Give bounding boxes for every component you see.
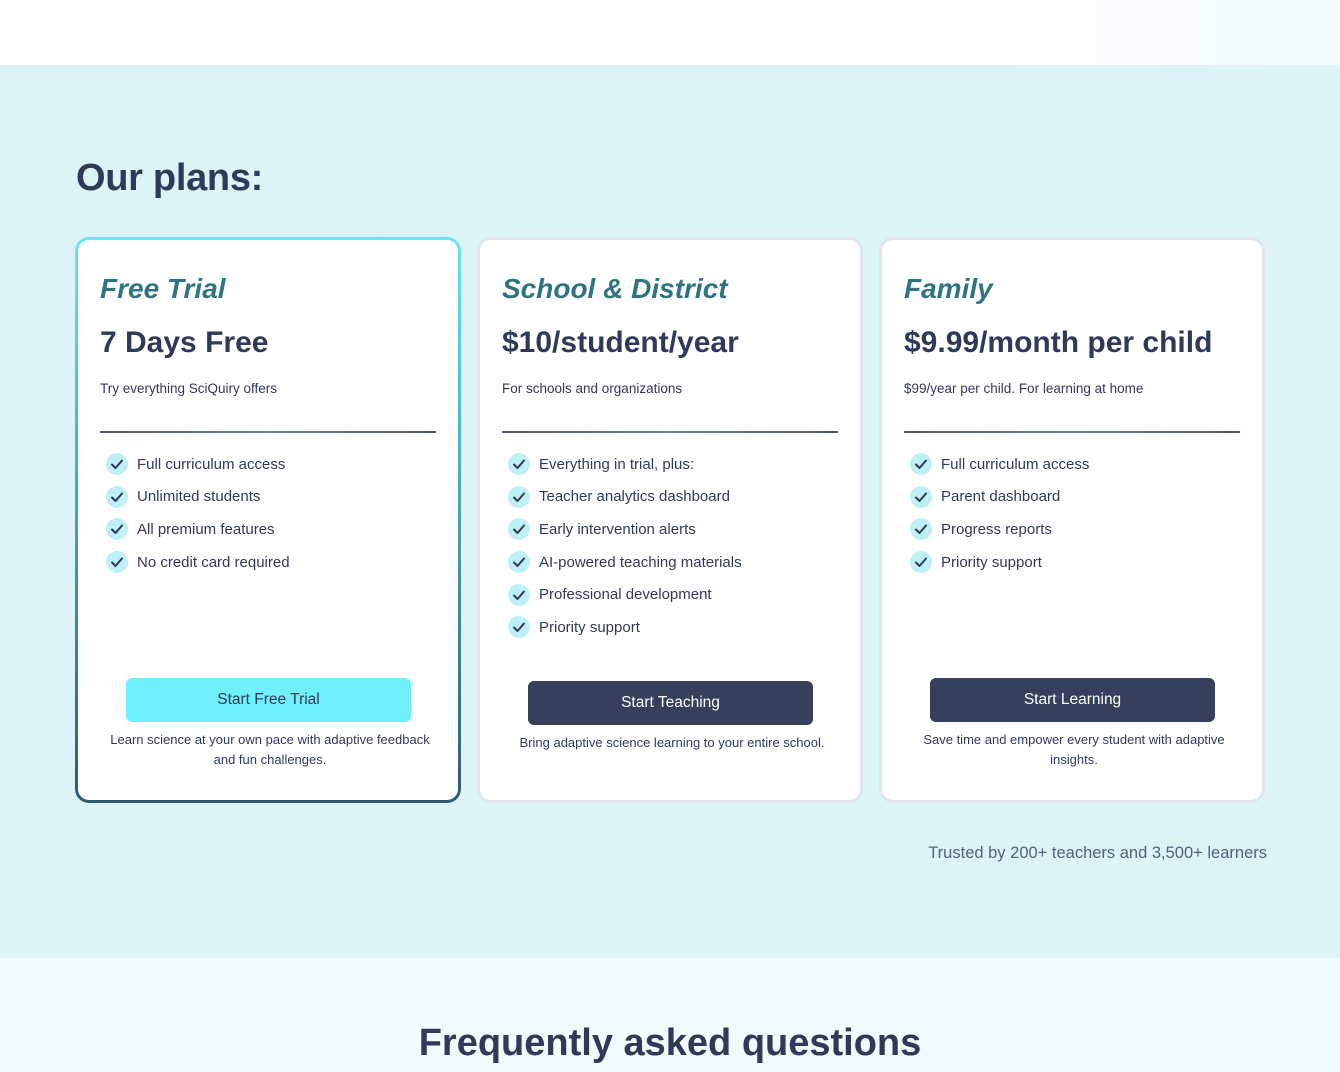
feature-list: Full curriculum access Parent dashboard … (910, 448, 1089, 578)
check-icon (508, 518, 530, 541)
feature-label: Priority support (539, 618, 640, 636)
feature-item: Teacher analytics dashboard (508, 481, 742, 514)
feature-label: Teacher analytics dashboard (539, 488, 730, 506)
plan-name: Free Trial (100, 273, 226, 304)
check-icon (508, 616, 530, 639)
plan-card-family: Family $9.99/month per child $99/year pe… (879, 237, 1265, 803)
check-icon (910, 485, 932, 508)
feature-label: No credit card required (137, 553, 290, 571)
plan-name: Family (904, 273, 993, 304)
check-icon (106, 518, 128, 541)
cta-note: Bring adaptive science learning to your … (519, 735, 825, 750)
plan-price: $9.99/month per child (904, 326, 1213, 359)
plan-price: $10/student/year (502, 326, 739, 359)
feature-item: Professional development (508, 578, 742, 611)
plans-section: Our plans: Free Trial 7 Days Free Try ev… (0, 65, 1340, 958)
plan-name: School & District (502, 273, 728, 304)
faq-section: Frequently asked questions (0, 958, 1340, 1072)
feature-label: Priority support (941, 553, 1042, 571)
divider (100, 431, 436, 433)
feature-label: Unlimited students (137, 488, 261, 506)
plan-description: For schools and organizations (502, 381, 683, 396)
feature-list: Full curriculum access Unlimited student… (106, 448, 290, 578)
check-icon (106, 551, 128, 574)
faq-title: Frequently asked questions (418, 1022, 922, 1064)
feature-item: Full curriculum access (910, 448, 1089, 481)
feature-item: AI-powered teaching materials (508, 546, 742, 579)
feature-item: Early intervention alerts (508, 513, 742, 546)
check-icon (508, 485, 530, 508)
divider (502, 431, 838, 433)
check-icon (106, 485, 128, 508)
feature-label: AI-powered teaching materials (539, 553, 742, 571)
feature-item: Priority support (910, 546, 1089, 579)
divider (904, 431, 1240, 433)
feature-label: Full curriculum access (941, 455, 1090, 473)
feature-label: Professional development (539, 586, 712, 604)
cta-note: Save time and empower every student with… (923, 732, 1225, 767)
top-strip (0, 0, 1340, 65)
check-icon (910, 453, 932, 476)
feature-item: Unlimited students (106, 481, 290, 514)
plan-card-free-trial: Free Trial 7 Days Free Try everything Sc… (75, 237, 461, 803)
check-icon (910, 551, 932, 574)
check-icon (508, 551, 530, 574)
feature-label: Everything in trial, plus: (539, 455, 695, 473)
plans-title: Our plans: (76, 157, 264, 199)
check-icon (106, 453, 128, 476)
feature-list: Everything in trial, plus: Teacher analy… (508, 448, 742, 644)
feature-item: Parent dashboard (910, 481, 1089, 514)
start-learning-button[interactable]: Start Learning (930, 678, 1215, 722)
feature-label: Parent dashboard (941, 488, 1061, 506)
plan-card-school-district: School & District $10/student/year For s… (477, 237, 863, 803)
feature-label: Early intervention alerts (539, 520, 696, 538)
plan-price: 7 Days Free (100, 326, 269, 359)
trusted-by-text: Trusted by 200+ teachers and 3,500+ lear… (928, 844, 1267, 862)
check-icon (508, 453, 530, 476)
check-icon (910, 518, 932, 541)
feature-item: Priority support (508, 611, 742, 644)
cta-note: Learn science at your own pace with adap… (110, 732, 430, 767)
feature-item: All premium features (106, 513, 290, 546)
feature-label: Progress reports (941, 520, 1052, 538)
feature-item: Progress reports (910, 513, 1089, 546)
feature-item: Everything in trial, plus: (508, 448, 742, 481)
feature-label: Full curriculum access (137, 455, 286, 473)
start-free-trial-button[interactable]: Start Free Trial (126, 678, 411, 722)
feature-item: No credit card required (106, 546, 290, 579)
check-icon (508, 583, 530, 606)
feature-item: Full curriculum access (106, 448, 290, 481)
plan-description: $99/year per child. For learning at home (904, 381, 1144, 396)
start-teaching-button[interactable]: Start Teaching (528, 681, 813, 725)
plan-description: Try everything SciQuiry offers (100, 381, 278, 396)
feature-label: All premium features (137, 520, 275, 538)
